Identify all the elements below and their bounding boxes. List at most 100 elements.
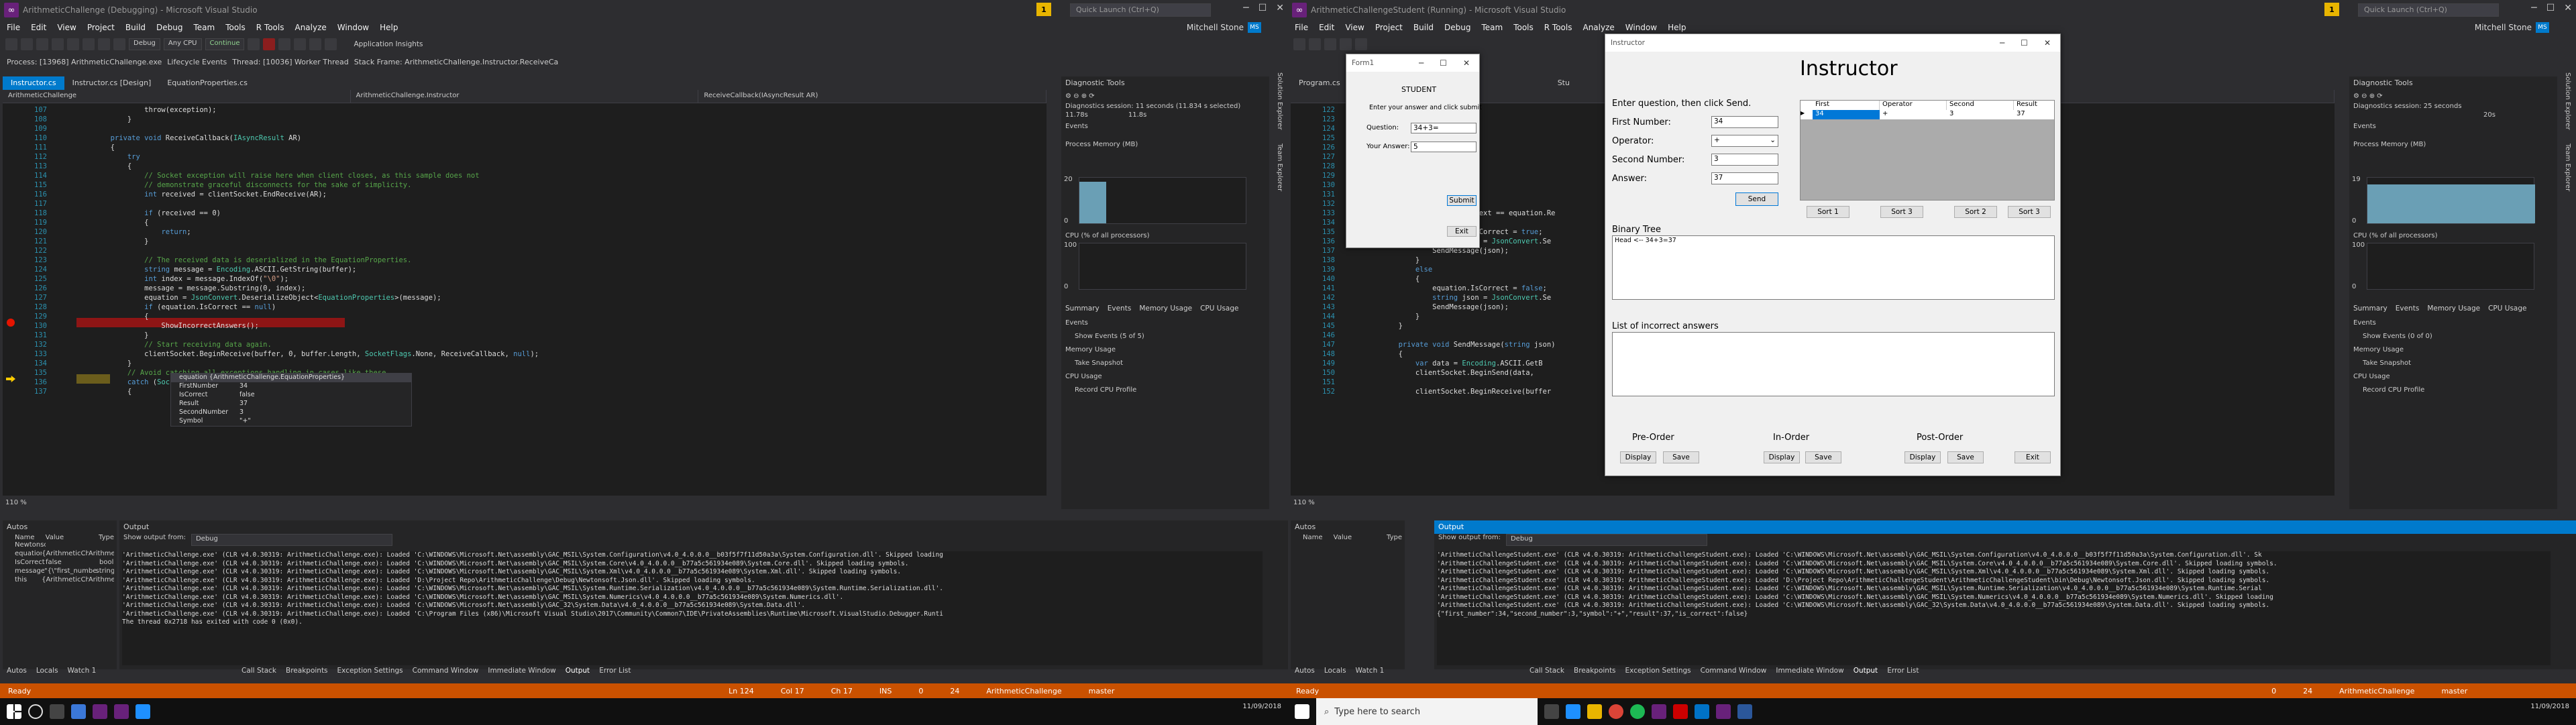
chrome-browser-icon[interactable] [1609,704,1623,719]
list-item[interactable]: message"{\"first_number\":34,\"string [3,567,117,576]
visual-studio-taskbar-icon[interactable] [1652,704,1666,719]
tab-breakpoints[interactable]: Breakpoints [286,667,328,675]
list-item[interactable]: IsCorrect false bool [3,559,117,567]
instructor-exit-button[interactable]: Exit [2015,451,2051,463]
lifecycle-events[interactable]: Lifecycle Events [167,58,227,66]
list-item[interactable]: this{ArithmeticChArithmet [3,576,117,585]
code-line[interactable]: int received = clientSocket.EndReceive(A… [76,190,1046,200]
menu-file[interactable]: File [7,23,20,32]
output-source-select[interactable]: Debug [1505,534,1707,546]
solution-explorer-tab[interactable]: Solution Explorer [2564,72,2571,130]
quick-launch-input[interactable]: Quick Launch (Ctrl+Q) [1070,3,1211,17]
step-into-icon[interactable] [294,38,307,50]
team-explorer-tab[interactable]: Team Explorer [2564,144,2571,191]
show-events-link[interactable]: Show Events (0 of 0) [2363,333,2432,340]
new-project-icon[interactable] [36,38,48,50]
left-clock[interactable]: 11/09/2018 [1242,702,1281,712]
code-line[interactable]: { [76,162,1046,172]
menu-edit[interactable]: Edit [1319,23,1334,32]
menu-team[interactable]: Team [1481,23,1503,32]
tab-memory-usage[interactable]: Memory Usage [1139,304,1192,313]
grid-col-result[interactable]: Result [2014,101,2037,110]
notification-flag-icon[interactable]: 1 [1036,3,1051,16]
code-line[interactable]: { [76,219,1046,228]
tab-autos[interactable]: Autos [1295,667,1315,675]
code-line[interactable]: } [76,115,1046,125]
search-icon[interactable] [28,704,43,719]
tab-program-cs[interactable]: Program.cs [1291,76,1348,90]
code-line[interactable]: string message = Encoding.ASCII.GetStrin… [76,266,1046,275]
tab-output[interactable]: Output [566,667,590,675]
tab-call-stack[interactable]: Call Stack [1529,667,1564,675]
menu-build[interactable]: Build [1413,23,1434,32]
menu-window[interactable]: Window [337,23,369,32]
close-icon[interactable]: ✕ [2044,38,2051,48]
minimize-icon[interactable]: ─ [2000,38,2004,48]
restart-icon[interactable] [278,38,291,50]
stop-icon[interactable] [263,38,276,50]
tab-cpu-usage[interactable]: CPU Usage [1200,304,1238,313]
code-line[interactable]: if (received == 0) [76,209,1046,219]
student-exit-button[interactable]: Exit [1447,226,1477,237]
stack-frame-selector[interactable]: Stack Frame: ArithmeticChallenge.Instruc… [354,58,559,66]
minimize-icon[interactable]: ─ [1243,3,1248,13]
file-explorer-icon[interactable] [71,704,86,719]
cpu-chart[interactable] [1079,243,1246,290]
word-icon[interactable] [1695,704,1709,719]
acrobat-icon[interactable] [1673,704,1688,719]
tab-summary[interactable]: Summary [1065,304,1099,313]
menu-view[interactable]: View [57,23,76,32]
tab-call-stack[interactable]: Call Stack [241,667,276,675]
member-dropdown[interactable]: ReceiveCallback(IAsyncResult AR) [698,90,1047,103]
code-line[interactable]: ShowIncorrectAnswers(); [76,322,1046,331]
start-windows-icon[interactable] [1295,704,1309,719]
take-snapshot-button[interactable]: Take Snapshot [1075,359,1123,367]
table-row[interactable]: ▶ 34 + 3 37 [1801,110,2054,119]
code-line[interactable] [76,200,1046,209]
tab-memory-usage[interactable]: Memory Usage [2427,304,2480,313]
tab-exception-settings[interactable]: Exception Settings [337,667,403,675]
menu-debug[interactable]: Debug [156,23,182,32]
sort-3-alt-button[interactable]: Sort 3 [2008,206,2051,218]
zoom-level[interactable]: 110 % [5,499,27,506]
tab-autos[interactable]: Autos [7,667,27,675]
post-order-save-button[interactable]: Save [1947,451,1984,463]
code-line[interactable]: message = message.Substring(0, index); [76,284,1046,294]
tab-command-window[interactable]: Command Window [1701,667,1767,675]
submit-button[interactable]: Submit [1447,195,1477,206]
data-tip-row[interactable]: FirstNumber 34 [171,382,411,391]
second-number-input[interactable]: 3 [1711,154,1778,166]
sort-2-button[interactable]: Sort 2 [1954,206,1997,218]
answer-field[interactable]: 37 [1711,172,1778,184]
redo-icon[interactable] [1355,38,1367,50]
close-icon[interactable]: ✕ [2564,3,2572,13]
menu-window[interactable]: Window [1625,23,1657,32]
grid-col-second[interactable]: Second [1947,101,2014,110]
breakpoint-icon[interactable] [7,319,15,327]
code-line[interactable]: equation = JsonConvert.DeserializeObject… [76,294,1046,303]
status-pending[interactable]: 24 [2303,687,2312,695]
output-text[interactable]: 'ArithmeticChallenge.exe' (CLR v4.0.3031… [122,551,1263,665]
maximize-icon[interactable]: ☐ [1440,58,1447,68]
status-pending[interactable]: 24 [950,687,959,695]
first-number-input[interactable]: 34 [1711,116,1778,128]
solution-explorer-tab[interactable]: Solution Explorer [1276,72,1283,130]
data-tip[interactable]: equation {ArithmeticChallenge.EquationPr… [170,373,412,427]
sort-3-button[interactable]: Sort 3 [1880,206,1923,218]
tab-summary[interactable]: Summary [2353,304,2387,313]
tab-instructor-design[interactable]: Instructor.cs [Design] [64,76,160,90]
right-clock[interactable]: 11/09/2018 [2530,702,2569,712]
status-branch[interactable]: master [1089,687,1115,695]
app-icon[interactable] [1737,704,1752,719]
menu-r-tools[interactable]: R Tools [256,23,284,32]
tab-cpu-usage[interactable]: CPU Usage [2488,304,2526,313]
record-cpu-profile-button[interactable]: Record CPU Profile [2363,386,2424,394]
code-line[interactable] [76,247,1046,256]
type-dropdown[interactable]: ArithmeticChallenge.Instructor [351,90,699,103]
user-account[interactable]: Mitchell Stone MS [2475,22,2549,33]
tab-events[interactable]: Events [1108,304,1132,313]
tab-equation-properties[interactable]: EquationProperties.cs [159,76,256,90]
post-order-display-button[interactable]: Display [1904,451,1941,463]
code-line[interactable]: if (equation.IsCorrect == null) [76,303,1046,313]
binary-tree-textbox[interactable]: Head <-- 34+3=37 [1612,235,2055,300]
